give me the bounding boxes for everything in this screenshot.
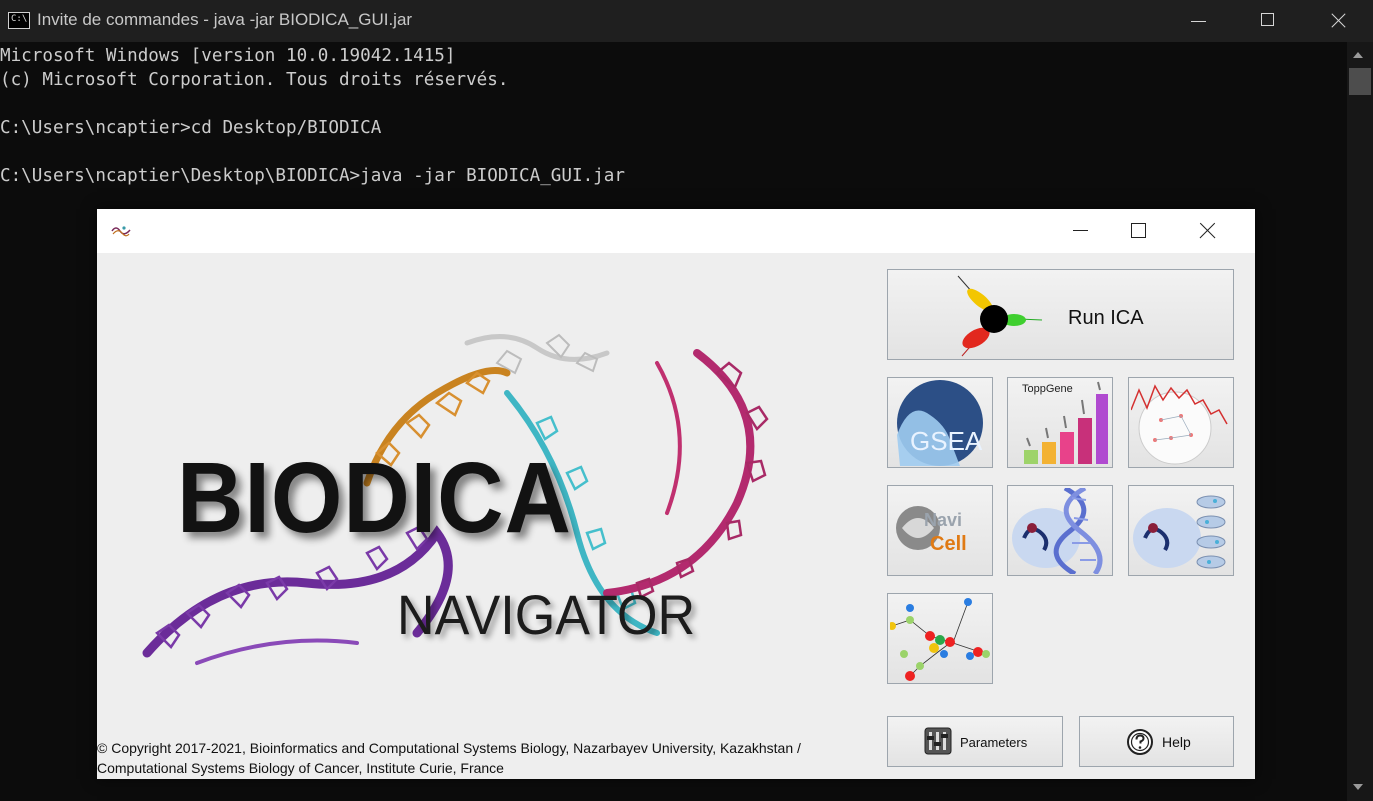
parameters-button[interactable]: Parameters <box>887 716 1063 767</box>
console-line: C:\Users\ncaptier>cd Desktop/BIODICA <box>0 118 382 138</box>
copyright-line-2: Computational Systems Biology of Cancer,… <box>97 760 504 776</box>
gsea-text: GSEA <box>910 426 983 456</box>
navicell-icon: Navi Cell <box>896 506 967 555</box>
scroll-up-arrow-icon[interactable] <box>1353 52 1363 58</box>
scrollbar-thumb[interactable] <box>1349 68 1371 95</box>
console-line: Microsoft Windows [version 10.0.19042.14… <box>0 46 456 66</box>
help-label: Help <box>1162 734 1191 750</box>
console-window-title: Invite de commandes - java -jar BIODICA_… <box>37 10 413 29</box>
biodica-window: BIODICA NAVIGATOR Run ICA GSEA ToppGene <box>97 209 1255 779</box>
console-title-bar[interactable]: C:\ Invite de commandes - java -jar BIOD… <box>0 0 1373 42</box>
logo-title: BIODICA <box>177 442 572 554</box>
navicell-text-1: Navi <box>924 510 962 530</box>
logo-subtitle: NAVIGATOR <box>397 583 696 646</box>
correlation-graph-button[interactable] <box>887 593 993 684</box>
parameters-label: Parameters <box>960 735 1028 750</box>
biodica-maximize-button[interactable] <box>1115 209 1161 253</box>
run-ica-label: Run ICA <box>1068 307 1144 329</box>
biodica-app-icon[interactable] <box>110 225 132 237</box>
console-line: (c) Microsoft Corporation. Tous droits r… <box>0 70 509 90</box>
dna-analysis-button[interactable] <box>1007 485 1113 576</box>
console-app-icon[interactable]: C:\ <box>8 12 30 29</box>
scroll-down-arrow-icon[interactable] <box>1353 784 1363 790</box>
ica-components-icon <box>957 275 1043 357</box>
console-app-icon-text: C:\ <box>11 14 28 24</box>
gsea-button[interactable]: GSEA <box>887 377 993 468</box>
console-minimize-button[interactable] <box>1183 0 1229 42</box>
biodica-title-bar[interactable] <box>97 209 1255 253</box>
console-close-button[interactable] <box>1315 0 1361 42</box>
console-line: C:\Users\ncaptier\Desktop\BIODICA>java -… <box>0 166 625 186</box>
gsea-icon: GSEA <box>897 380 983 466</box>
network-button[interactable] <box>1128 377 1234 468</box>
toppgene-text: ToppGene <box>1022 383 1073 395</box>
copyright-line-1: © Copyright 2017-2021, Bioinformatics an… <box>97 740 801 756</box>
console-maximize-button[interactable] <box>1245 0 1291 42</box>
toppgene-bar-icon: ToppGene <box>1022 381 1108 464</box>
toppgene-button[interactable]: ToppGene <box>1007 377 1113 468</box>
help-question-icon <box>1127 729 1153 755</box>
help-button[interactable]: Help <box>1079 716 1234 767</box>
run-ica-button[interactable]: Run ICA <box>887 269 1234 360</box>
biodica-close-button[interactable] <box>1185 209 1231 253</box>
navicell-button[interactable]: Navi Cell <box>887 485 993 576</box>
biodica-minimize-button[interactable] <box>1059 209 1105 253</box>
console-scrollbar[interactable] <box>1347 42 1373 801</box>
dna-helix-icon <box>1012 488 1103 574</box>
navicell-text-2: Cell <box>930 533 967 555</box>
correlation-graph-icon <box>890 598 990 681</box>
settings-sliders-icon <box>924 727 952 755</box>
network-plot-icon <box>1131 384 1228 465</box>
copyright-notice: © Copyright 2017-2021, Bioinformatics an… <box>97 738 857 778</box>
cell-samples-button[interactable] <box>1128 485 1234 576</box>
cell-samples-icon <box>1133 495 1226 569</box>
